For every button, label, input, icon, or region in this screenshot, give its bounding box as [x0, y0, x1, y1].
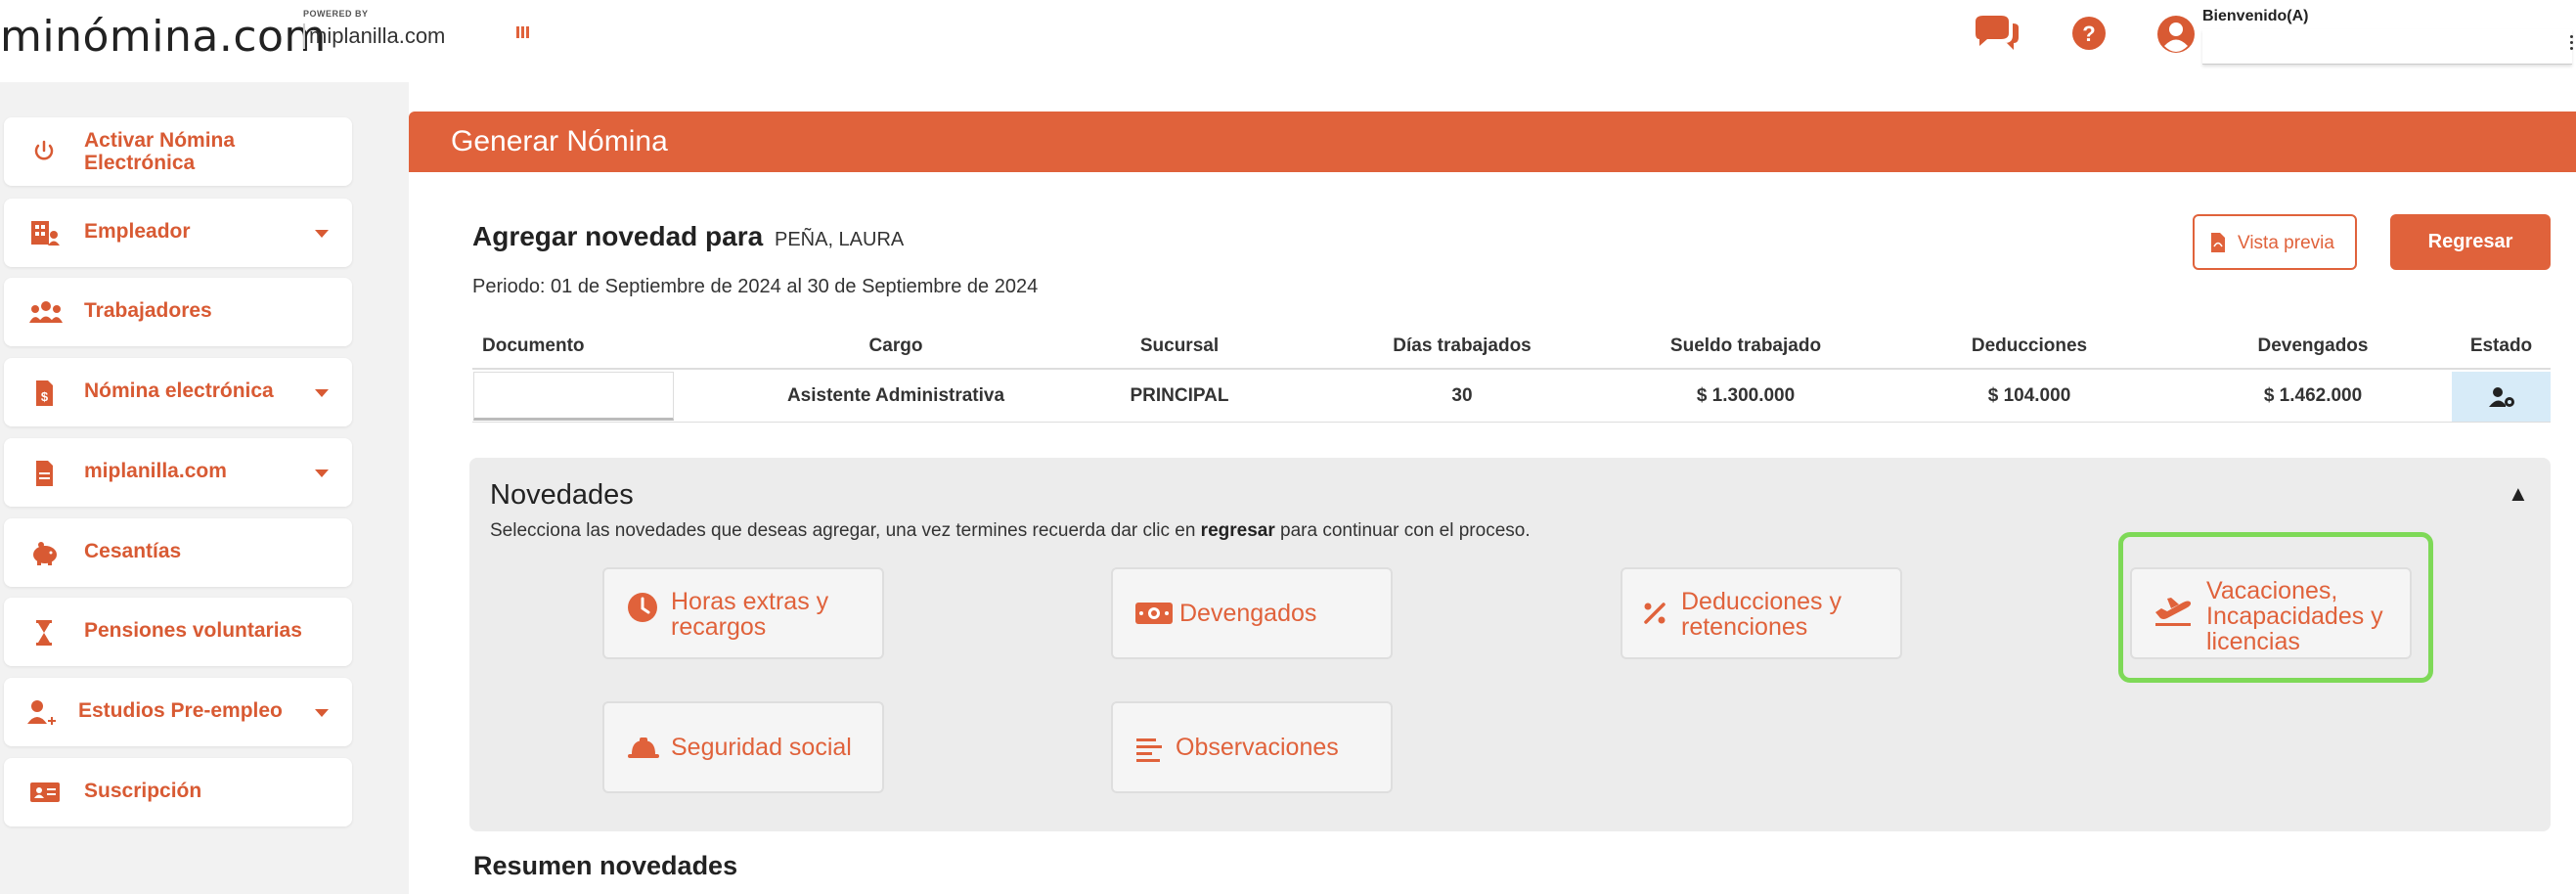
- chat-icon[interactable]: [1972, 14, 2019, 59]
- welcome-user-field[interactable]: [2202, 29, 2572, 65]
- more-options-icon[interactable]: [2570, 35, 2573, 53]
- building-icon: [29, 219, 60, 246]
- hard-hat-icon: [626, 733, 659, 766]
- novedades-description: Selecciona las novedades que deseas agre…: [490, 520, 1531, 542]
- table-header-divider: [472, 368, 2551, 370]
- sidebar-item-suscripcion[interactable]: Suscripción: [4, 758, 352, 827]
- employee-name: PEÑA, LAURA: [774, 229, 905, 250]
- sidebar-item-trabajadores[interactable]: Trabajadores: [4, 278, 352, 346]
- card-horas-extras[interactable]: Horas extras y recargos: [602, 567, 884, 659]
- percent-icon: [1640, 599, 1673, 632]
- documento-cell: [473, 372, 674, 421]
- brand-logo[interactable]: minómina.com: [0, 12, 327, 62]
- sidebar-item-cesantias[interactable]: Cesantías: [4, 518, 352, 587]
- power-icon: [29, 138, 59, 165]
- card-deducciones[interactable]: Deducciones y retenciones: [1621, 567, 1902, 659]
- invoice-dollar-icon: $: [29, 379, 59, 406]
- sub-brand-logo[interactable]: miplanilla.com: [303, 23, 445, 49]
- th-deducciones: Deducciones: [1971, 335, 2088, 356]
- menu-toggle-icon[interactable]: [516, 26, 532, 40]
- chevron-down-icon: [315, 469, 329, 477]
- collapse-toggle-icon[interactable]: ▲: [2508, 481, 2529, 507]
- sueldo-cell: $ 1.300.000: [1696, 385, 1796, 406]
- chevron-down-icon: [315, 709, 329, 717]
- desc-suffix: para continuar con el proceso.: [1274, 520, 1531, 541]
- document-icon: [29, 459, 59, 486]
- card-label: Devengados: [1179, 600, 1317, 627]
- th-cargo: Cargo: [868, 335, 923, 356]
- help-icon[interactable]: ?: [2069, 14, 2114, 59]
- estado-cell[interactable]: [2452, 372, 2551, 422]
- sidebar-item-activar-nomina[interactable]: Activar Nómina Electrónica: [4, 117, 352, 186]
- svg-text:?: ?: [2082, 22, 2095, 46]
- piggy-bank-icon: [29, 539, 59, 566]
- novedades-title: Novedades: [490, 479, 634, 511]
- card-label: Observaciones: [1176, 734, 1339, 761]
- powered-by-label: POWERED BY: [303, 9, 369, 19]
- clock-icon: [626, 591, 659, 624]
- card-devengados[interactable]: Devengados: [1111, 567, 1393, 659]
- table-row-divider: [472, 422, 2551, 423]
- sidebar-item-label: Pensiones voluntarias: [84, 619, 302, 642]
- sidebar-item-label: Suscripción: [84, 780, 202, 802]
- card-label: Deducciones y retenciones: [1681, 588, 1842, 641]
- page-title: Generar Nómina: [451, 125, 668, 157]
- sidebar-item-label: Cesantías: [84, 540, 182, 562]
- resumen-novedades-title: Resumen novedades: [473, 851, 738, 880]
- deducciones-cell: $ 104.000: [1987, 385, 2071, 406]
- sidebar-item-label: Estudios Pre-empleo: [78, 699, 283, 722]
- top-bar: minómina.com POWERED BY miplanilla.com ?…: [0, 0, 2576, 82]
- users-icon: [29, 298, 63, 326]
- chevron-down-icon: [315, 389, 329, 397]
- selection-highlight: [2118, 532, 2433, 683]
- sidebar-item-pensiones[interactable]: Pensiones voluntarias: [4, 598, 352, 666]
- th-sucursal: Sucursal: [1139, 335, 1220, 356]
- align-left-icon: [1134, 735, 1168, 768]
- desc-prefix: Selecciona las novedades que deseas agre…: [490, 520, 1201, 541]
- welcome-label: Bienvenido(A): [2202, 8, 2309, 24]
- agregar-novedad-heading: Agregar novedad para PEÑA, LAURA: [472, 221, 904, 252]
- devengados-cell: $ 1.462.000: [2263, 385, 2363, 406]
- chevron-down-icon: [315, 230, 329, 238]
- sidebar-item-label: Empleador: [84, 220, 191, 243]
- sidebar-item-estudios[interactable]: Estudios Pre-empleo: [4, 678, 352, 746]
- card-observaciones[interactable]: Observaciones: [1111, 701, 1393, 793]
- sidebar-item-empleador[interactable]: Empleador: [4, 199, 352, 267]
- user-avatar-icon[interactable]: [2155, 14, 2200, 59]
- agregar-label: Agregar novedad para: [472, 221, 764, 251]
- dias-cell: 30: [1451, 385, 1473, 406]
- desc-bold: regresar: [1200, 520, 1275, 541]
- th-sueldo: Sueldo trabajado: [1669, 335, 1822, 356]
- svg-text:$: $: [41, 389, 49, 404]
- user-cog-icon: [2489, 387, 2514, 407]
- vista-previa-label: Vista previa: [2238, 233, 2334, 253]
- cargo-cell: Asistente Administrativa: [786, 385, 1005, 406]
- sidebar-item-miplanilla[interactable]: miplanilla.com: [4, 438, 352, 507]
- sidebar-item-label: Nómina electrónica: [84, 380, 274, 402]
- th-documento: Documento: [482, 335, 585, 356]
- card-seguridad-social[interactable]: Seguridad social: [602, 701, 884, 793]
- hourglass-icon: [29, 618, 59, 646]
- page-header-bar: [409, 112, 2576, 172]
- regresar-label: Regresar: [2427, 231, 2513, 252]
- regresar-button[interactable]: Regresar: [2390, 214, 2551, 270]
- user-plus-icon: [25, 698, 56, 726]
- money-icon: [1134, 599, 1173, 632]
- sidebar-item-nomina-electronica[interactable]: $ Nómina electrónica: [4, 358, 352, 426]
- sidebar-item-label: miplanilla.com: [84, 460, 227, 482]
- pdf-file-icon: [2211, 233, 2225, 252]
- id-card-icon: [29, 779, 60, 806]
- sucursal-cell: PRINCIPAL: [1130, 385, 1229, 406]
- card-label: Seguridad social: [671, 734, 852, 761]
- sidebar-item-label: Activar Nómina Electrónica: [84, 129, 236, 174]
- vista-previa-button[interactable]: Vista previa: [2193, 214, 2357, 270]
- th-dias: Días trabajados: [1393, 335, 1532, 356]
- card-label: Horas extras y recargos: [671, 588, 829, 641]
- th-estado: Estado: [2469, 335, 2533, 356]
- th-devengados: Devengados: [2257, 335, 2369, 356]
- sidebar-item-label: Trabajadores: [84, 299, 212, 322]
- periodo-label: Periodo: 01 de Septiembre de 2024 al 30 …: [472, 276, 1039, 297]
